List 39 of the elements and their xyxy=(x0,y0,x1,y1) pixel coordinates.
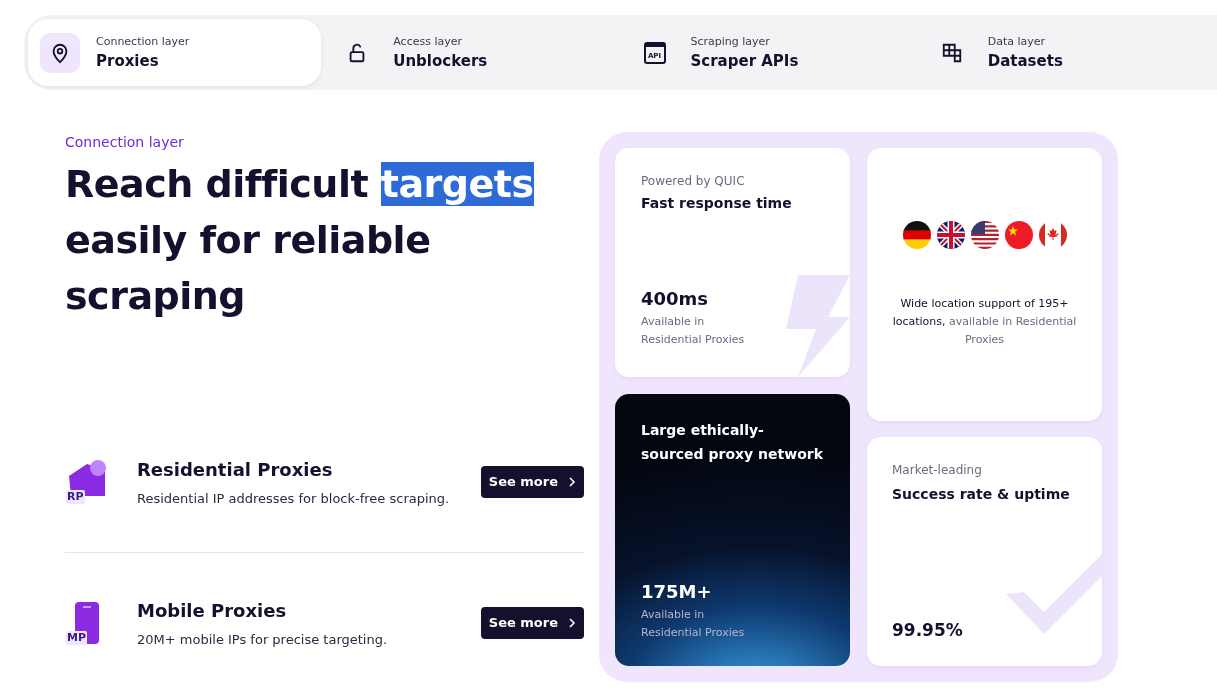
product-title: Mobile Proxies xyxy=(137,598,288,623)
card-title: Success rate & uptime xyxy=(892,485,1071,504)
layer-label: Access layer xyxy=(393,33,463,50)
card-title: Fast response time xyxy=(641,194,793,213)
see-more-button[interactable]: See more xyxy=(480,466,584,498)
layer-tab[interactable]: Connection layer Proxies xyxy=(28,19,322,86)
layer-title: Datasets xyxy=(987,50,1063,72)
flag-icon xyxy=(970,221,999,249)
eyebrow-text: Connection layer xyxy=(65,133,185,152)
layer-title: Unblockers xyxy=(393,50,488,72)
table-grid-icon xyxy=(940,41,963,64)
see-more-button[interactable]: See more xyxy=(480,606,584,639)
stat-value: 99.95% xyxy=(892,619,964,642)
layer-label: Scraping layer xyxy=(690,33,771,50)
card-eyebrow: Powered by QUIC xyxy=(641,173,746,190)
card-eyebrow: Market-leading xyxy=(892,462,983,479)
chevron-right-icon xyxy=(568,616,576,629)
flag-icon xyxy=(902,221,931,249)
flag-icon xyxy=(1004,221,1033,249)
headline: Reach difficult targets easily for reliable scraping xyxy=(65,161,535,320)
stat-value: 400ms xyxy=(641,287,710,311)
icon-badge: MP xyxy=(66,630,87,645)
card-title: Large ethically-sourced proxy network xyxy=(641,421,824,464)
product-description: Residential IP addresses for block-free scraping. xyxy=(137,490,451,508)
location-description: Wide location support of 195+ locations, available in Residential Proxies xyxy=(891,296,1078,348)
availability-note: Available in Residential Proxies xyxy=(641,607,746,641)
icon-badge: RP xyxy=(66,490,85,504)
flag-icon xyxy=(936,221,965,249)
product-title: Residential Proxies xyxy=(137,458,334,482)
layer-title: Proxies xyxy=(96,50,160,72)
chevron-right-icon xyxy=(568,476,576,488)
stat-value: 175M+ xyxy=(641,580,713,604)
layer-title: Scraper APIs xyxy=(690,50,799,72)
product-description: 20M+ mobile IPs for precise targeting. xyxy=(137,630,389,649)
availability-note: Available in Residential Proxies xyxy=(641,314,746,348)
layer-tab[interactable]: Data layer Datasets xyxy=(919,19,1213,86)
layer-label: Connection layer xyxy=(96,33,190,50)
layer-tab[interactable]: Access layer Unblockers xyxy=(325,19,619,86)
layer-label: Data layer xyxy=(987,33,1047,50)
